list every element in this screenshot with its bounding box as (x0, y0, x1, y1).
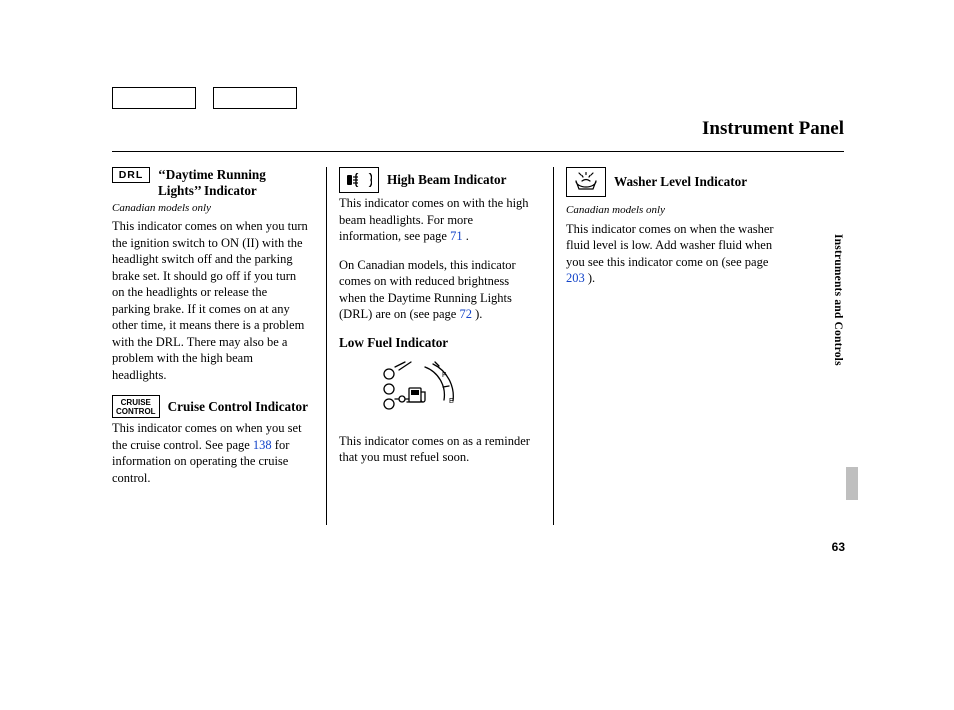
page-number: 63 (832, 540, 845, 556)
washer-heading: Washer Level Indicator (614, 174, 747, 190)
column-1: DRL ‘‘Daytime Running Lights’’ Indicator… (112, 167, 326, 525)
highbeam2-body-a: On Canadian models, this indicator comes… (339, 258, 516, 322)
drl-icon: DRL (112, 167, 150, 183)
cruise-heading: Cruise Control Indicator (168, 399, 308, 415)
drl-body: This indicator comes on when you turn th… (112, 218, 308, 383)
cruise-control-icon: CRUISE CONTROL (112, 395, 160, 418)
highbeam-page-link[interactable]: 71 (450, 229, 463, 243)
crop-marks (112, 87, 297, 109)
crop-box-right (213, 87, 297, 109)
lowfuel-body: This indicator comes on as a reminder th… (339, 433, 535, 466)
washer-note: Canadian models only (566, 203, 780, 218)
high-beam-icon (339, 167, 379, 193)
content-columns: DRL ‘‘Daytime Running Lights’’ Indicator… (112, 167, 844, 525)
washer-page-link[interactable]: 203 (566, 271, 585, 285)
svg-text:E: E (449, 398, 454, 405)
column-3: Washer Level Indicator Canadian models o… (566, 167, 780, 525)
highbeam-heading: High Beam Indicator (387, 172, 506, 188)
washer-body: This indicator comes on when the washer … (566, 221, 780, 287)
washer-header: Washer Level Indicator (566, 167, 780, 197)
page-title: Instrument Panel (112, 116, 844, 152)
highbeam2-page-link[interactable]: 72 (459, 307, 472, 321)
low-fuel-icon: F E (377, 356, 463, 420)
drl-heading: ‘‘Daytime Running Lights’’ Indicator (158, 167, 308, 199)
highbeam-body: This indicator comes on with the high be… (339, 195, 535, 245)
highbeam-header: High Beam Indicator (339, 167, 535, 193)
thumb-index-block (846, 467, 858, 500)
column-separator-2 (553, 167, 554, 525)
highbeam2-body-b: ). (472, 307, 482, 321)
highbeam-body-2: On Canadian models, this indicator comes… (339, 257, 535, 323)
drl-header: DRL ‘‘Daytime Running Lights’’ Indicator (112, 167, 308, 199)
svg-text:F: F (442, 372, 446, 379)
cruise-icon-line1: CRUISE (121, 398, 151, 407)
cruise-icon-line2: CONTROL (116, 407, 156, 416)
washer-body-a: This indicator comes on when the washer … (566, 222, 774, 269)
cruise-header: CRUISE CONTROL Cruise Control Indicator (112, 395, 308, 418)
washer-body-b: ). (585, 271, 595, 285)
highbeam-body-a: This indicator comes on with the high be… (339, 196, 529, 243)
lowfuel-heading: Low Fuel Indicator (339, 335, 535, 351)
column-2: High Beam Indicator This indicator comes… (339, 167, 553, 525)
drl-note: Canadian models only (112, 201, 308, 216)
cruise-body: This indicator comes on when you set the… (112, 420, 308, 486)
section-tab: Instruments and Controls (830, 234, 845, 366)
washer-level-icon (566, 167, 606, 197)
cruise-page-link[interactable]: 138 (253, 438, 272, 452)
page: Instrument Panel DRL ‘‘Daytime Running L… (0, 0, 954, 710)
crop-box-left (112, 87, 196, 109)
highbeam-body-b: . (463, 229, 469, 243)
column-separator-1 (326, 167, 327, 525)
